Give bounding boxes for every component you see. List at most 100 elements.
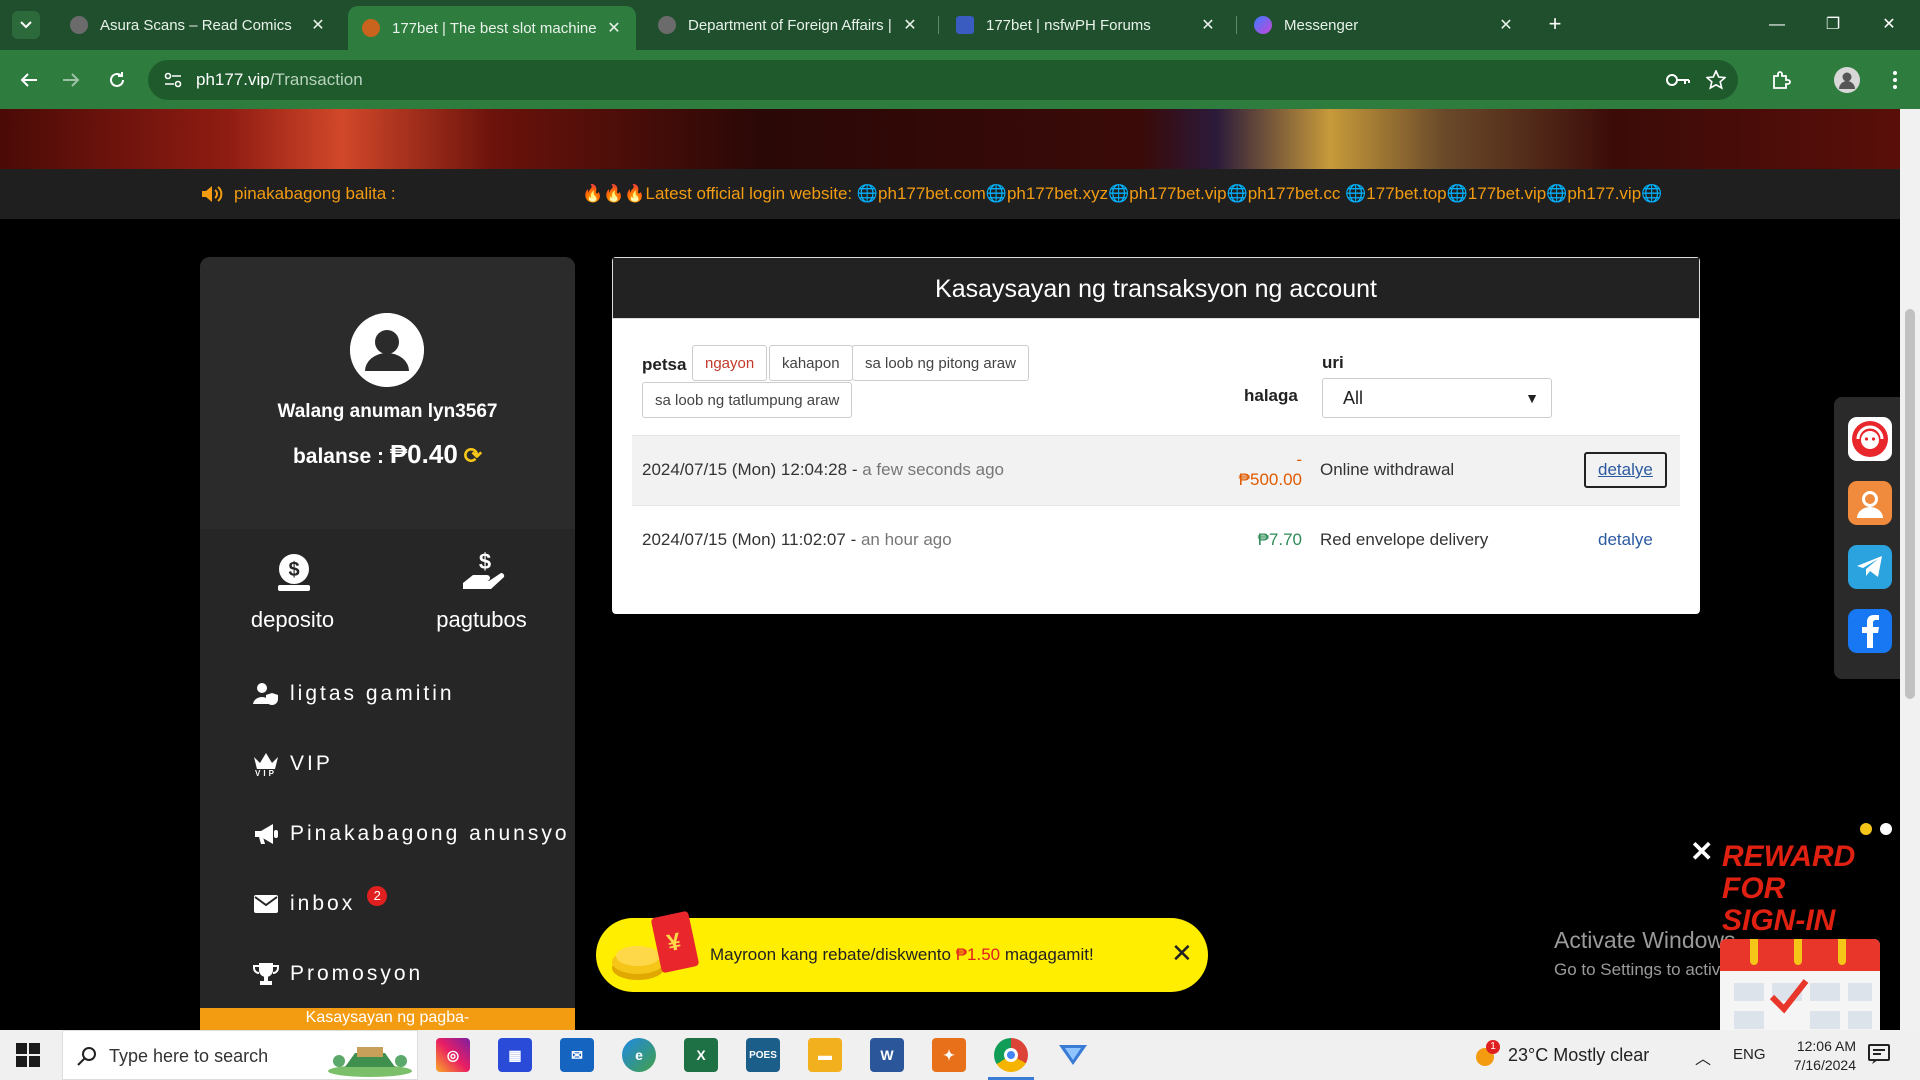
browser-menu-button[interactable] [1880, 65, 1910, 95]
chrome-browser-icon[interactable] [994, 1038, 1028, 1072]
calendar-icon[interactable] [1720, 939, 1880, 1030]
close-tab-icon[interactable]: ✕ [1496, 15, 1516, 35]
carousel-dot[interactable] [1860, 823, 1872, 835]
notifications-button[interactable] [1868, 1043, 1890, 1070]
promo-banner-image[interactable] [0, 109, 1900, 169]
tab-177bet[interactable]: 177bet | The best slot machine ✕ [348, 6, 636, 50]
microsoft-store-icon[interactable]: ▦ [498, 1038, 532, 1072]
withdraw-label: pagtubos [436, 607, 527, 632]
word-app-icon[interactable]: W [870, 1038, 904, 1072]
news-ticker: pinakabagong balita : 🔥🔥🔥Latest official… [0, 169, 1900, 219]
filter-today-button[interactable]: ngayon [692, 345, 768, 381]
tab-dfa[interactable]: Department of Foreign Affairs | ✕ [644, 8, 932, 42]
scrollbar-thumb[interactable] [1905, 309, 1915, 699]
type-filter-value: All [1343, 388, 1364, 408]
taskbar-search-box[interactable]: Type here to search [62, 1030, 418, 1080]
weather-badge: 1 [1486, 1040, 1500, 1054]
facebook-button[interactable] [1848, 609, 1892, 653]
start-button[interactable] [16, 1043, 40, 1067]
reward-line-1: REWARD [1722, 840, 1856, 873]
deposit-button[interactable]: $ deposito [200, 531, 385, 655]
transaction-type: Red envelope delivery [1320, 530, 1489, 549]
extensions-button[interactable] [1766, 65, 1796, 95]
close-window-button[interactable]: ✕ [1866, 10, 1912, 40]
svg-text:$: $ [288, 559, 299, 581]
page-viewport: pinakabagong balita : 🔥🔥🔥Latest official… [0, 109, 1920, 1030]
support-agent-button[interactable] [1848, 481, 1892, 525]
excel-app-icon[interactable]: X [684, 1038, 718, 1072]
menu-promotions[interactable]: Promosyon [252, 954, 423, 994]
mail-app-icon[interactable]: ✉ [560, 1038, 594, 1072]
refresh-balance-icon[interactable]: ⟳ [464, 443, 482, 468]
page-scrollbar[interactable] [1900, 109, 1920, 1030]
balance-value: ₱0.40 [389, 439, 458, 469]
site-settings-icon[interactable] [164, 72, 182, 88]
tab-search-button[interactable] [12, 11, 40, 39]
tab-asura-scans[interactable]: Asura Scans – Read Comics ✕ [56, 8, 340, 42]
reward-line-2: FOR [1722, 872, 1786, 905]
menu-promotions-label: Promosyon [290, 962, 424, 985]
game-app-icon[interactable]: ✦ [932, 1038, 966, 1072]
profile-button[interactable] [1832, 65, 1862, 95]
menu-announcements[interactable]: Pinakabagong anunsyo [252, 814, 570, 854]
reward-close-button[interactable]: ✕ [1690, 835, 1713, 868]
carousel-dot[interactable] [1880, 823, 1892, 835]
customer-service-button[interactable] [1848, 417, 1892, 461]
filter-yesterday-button[interactable]: kahapon [769, 345, 853, 381]
close-tab-icon[interactable]: ✕ [1198, 15, 1218, 35]
user-shield-icon [252, 680, 280, 708]
menu-vip[interactable]: VIP VIP [252, 744, 333, 784]
envelope-icon [252, 890, 280, 918]
back-button[interactable] [14, 65, 44, 95]
edge-browser-icon[interactable]: e [622, 1038, 656, 1072]
forward-button[interactable] [56, 65, 86, 95]
transaction-details-link[interactable]: detalye [1584, 452, 1667, 488]
windows-taskbar: Type here to search ◎ ▦ ✉ e X POES ▬ W ✦… [0, 1030, 1920, 1080]
telegram-button[interactable] [1848, 545, 1892, 589]
menu-betting-history-tab[interactable]: Kasaysayan ng pagba- [200, 1008, 575, 1030]
tab-messenger[interactable]: Messenger ✕ [1240, 8, 1528, 42]
type-filter-select[interactable]: All ▼ [1322, 378, 1552, 418]
instagram-app-icon[interactable]: ◎ [436, 1038, 470, 1072]
filter-7-days-button[interactable]: sa loob ng pitong araw [852, 345, 1029, 381]
rebate-amount: ₱1.50 [955, 945, 1001, 964]
transaction-amount: - ₱500.00 [1239, 450, 1302, 490]
transaction-amount: ₱7.70 [1258, 530, 1302, 550]
close-tab-icon[interactable]: ✕ [308, 15, 328, 35]
taskbar-clock[interactable]: 12:06 AM 7/16/2024 [1776, 1037, 1856, 1075]
ticker-label-text: pinakabagong balita : [234, 184, 396, 203]
date-filter-label: petsa [642, 355, 687, 374]
balance-label: balanse : [292, 445, 384, 468]
chevron-down-icon [20, 21, 32, 29]
rebate-notification[interactable]: ¥ Mayroon kang rebate/diskwento ₱1.50 ma… [596, 911, 1208, 992]
minimize-button[interactable]: — [1754, 10, 1800, 40]
card-title: Kasaysayan ng transaksyon ng account [612, 257, 1700, 319]
withdraw-button[interactable]: $ pagtubos [389, 531, 574, 655]
file-explorer-icon[interactable]: ▬ [808, 1038, 842, 1072]
poes-app-icon[interactable]: POES [746, 1038, 780, 1072]
reload-button[interactable] [102, 65, 132, 95]
weather-widget[interactable]: 1 23°C Mostly clear [1474, 1040, 1649, 1066]
menu-security[interactable]: ligtas gamitin [252, 674, 455, 714]
close-toast-button[interactable]: ✕ [1171, 938, 1193, 969]
vpn-app-icon[interactable] [1056, 1038, 1090, 1072]
password-key-icon[interactable] [1666, 72, 1690, 88]
rebate-text-before: Mayroon kang rebate/diskwento [710, 945, 956, 964]
reward-sign-in-banner[interactable]: REWARD FOR SIGN-IN [1722, 841, 1855, 937]
close-tab-icon[interactable]: ✕ [900, 15, 920, 35]
ticker-message[interactable]: 🔥🔥🔥Latest official login website: 🌐ph177… [582, 184, 1702, 204]
tab-nsfwph-forums[interactable]: 177bet | nsfwPH Forums ✕ [942, 8, 1230, 42]
bookmark-star-icon[interactable] [1706, 70, 1726, 90]
globe-icon [658, 16, 676, 34]
address-bar[interactable]: ph177.vip/Transaction [148, 60, 1738, 100]
language-indicator[interactable]: ENG [1733, 1046, 1766, 1063]
close-tab-icon[interactable]: ✕ [604, 18, 624, 38]
transaction-details-link[interactable]: detalye [1598, 530, 1653, 550]
account-sidebar: Walang anuman lyn3567 balanse : ₱0.40 ⟳ … [200, 257, 575, 1030]
restore-button[interactable]: ❐ [1810, 10, 1856, 40]
filter-30-days-button[interactable]: sa loob ng tatlumpung araw [642, 382, 853, 418]
type-filter-label: uri [1322, 353, 1344, 372]
menu-inbox[interactable]: inbox 2 [252, 884, 388, 924]
show-hidden-icons-button[interactable]: ︿ [1695, 1045, 1711, 1069]
new-tab-button[interactable]: + [1540, 10, 1570, 40]
